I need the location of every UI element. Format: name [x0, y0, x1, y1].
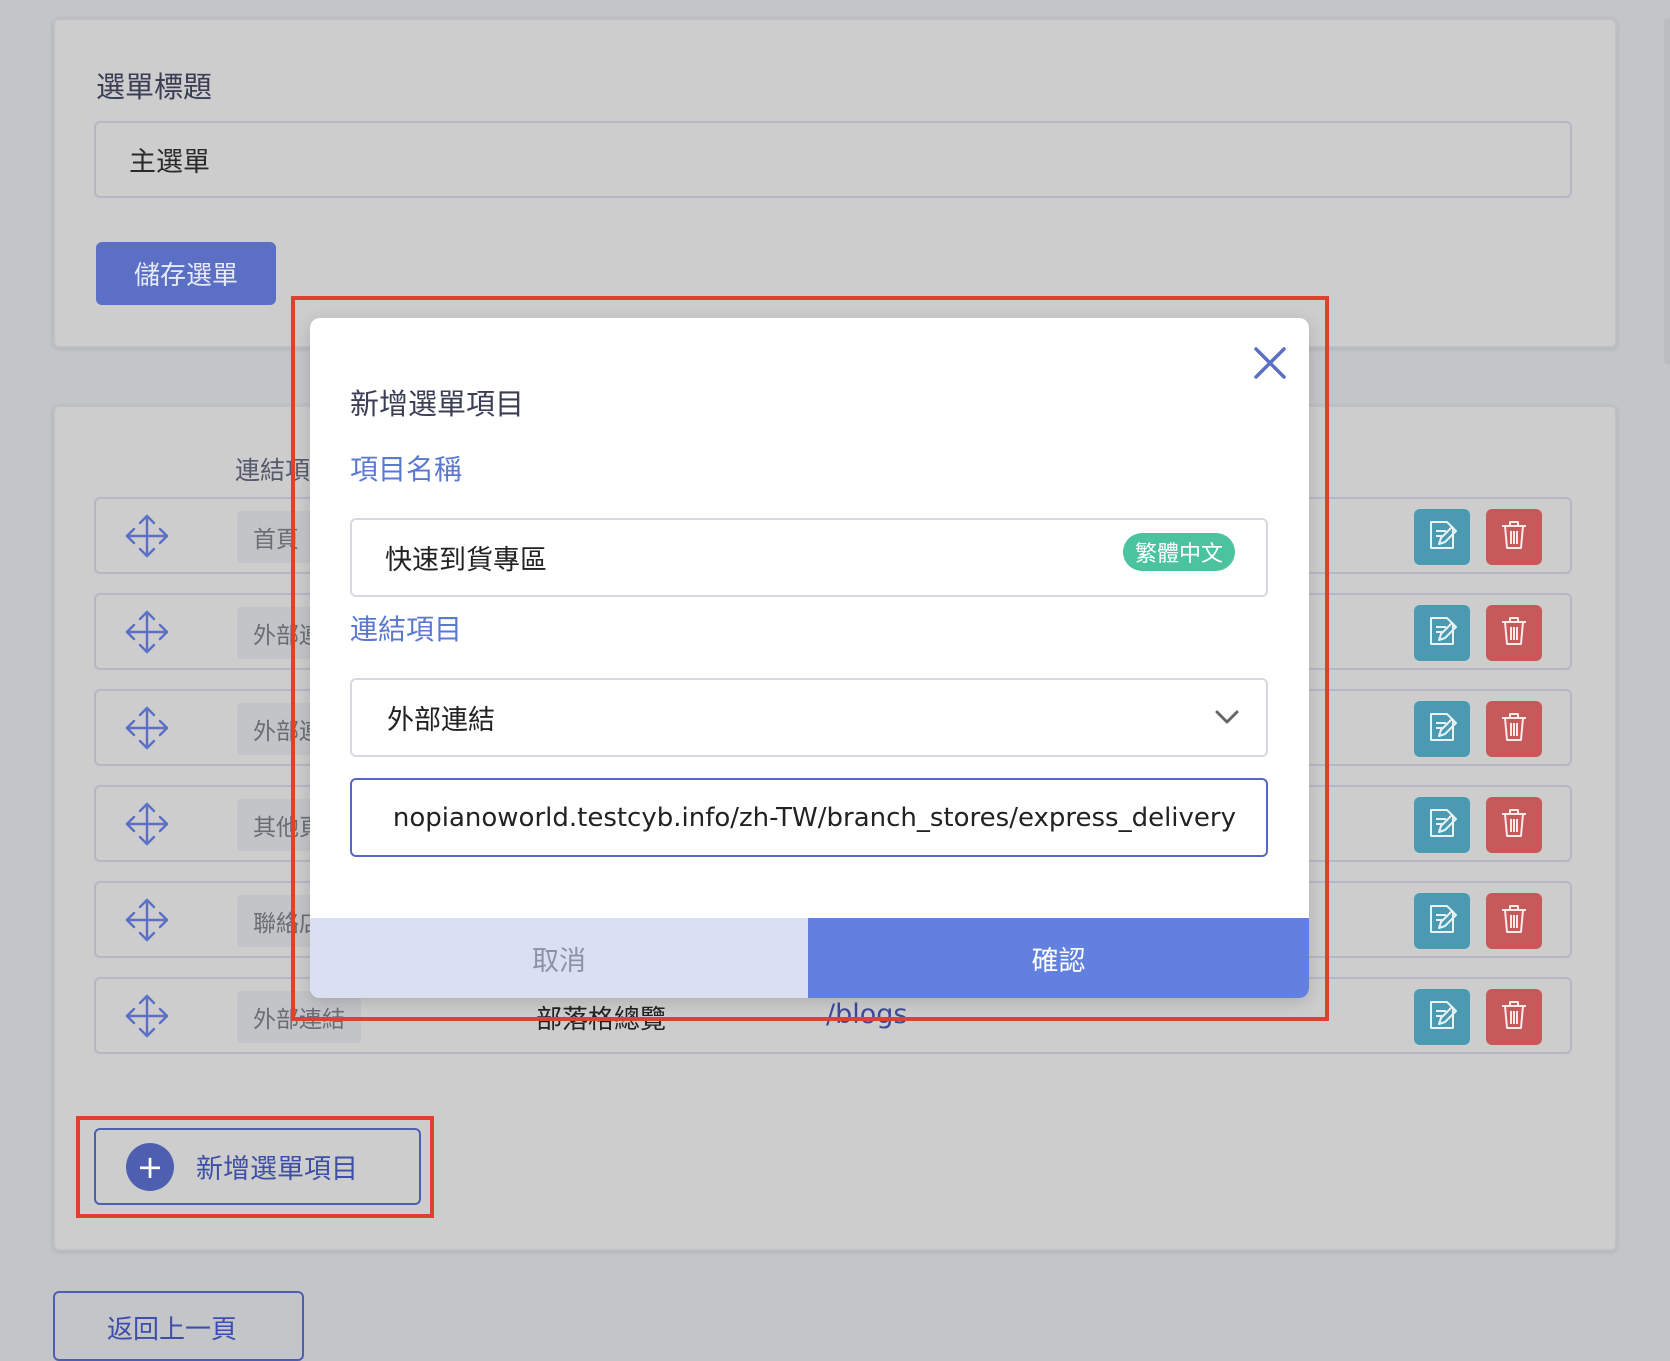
edit-button[interactable]: [1414, 701, 1470, 757]
menu-title-value: 主選單: [129, 147, 210, 178]
modal-footer: 取消 確認: [310, 918, 1309, 998]
delete-button[interactable]: [1486, 893, 1542, 949]
link-url-value: nopianoworld.testcyb.info/zh-TW/branch_s…: [392, 802, 1236, 833]
menu-title-label: 選單標題: [96, 70, 213, 104]
highlight-box-add-button: [76, 1116, 434, 1218]
trash-icon: [1500, 807, 1528, 843]
drag-handle-icon[interactable]: [124, 513, 170, 559]
cancel-button[interactable]: 取消: [310, 918, 808, 998]
delete-button[interactable]: [1486, 605, 1542, 661]
confirm-button[interactable]: 確認: [808, 918, 1309, 998]
drag-handle-icon[interactable]: [124, 897, 170, 943]
link-url-input[interactable]: nopianoworld.testcyb.info/zh-TW/branch_s…: [350, 778, 1268, 857]
chevron-down-icon: [1215, 710, 1239, 724]
edit-icon: [1427, 711, 1457, 747]
edit-icon: [1427, 615, 1457, 651]
drag-handle-icon[interactable]: [124, 993, 170, 1039]
menu-item-url[interactable]: /blogs: [826, 999, 907, 1030]
language-badge[interactable]: 繁體中文: [1122, 533, 1235, 571]
edit-button[interactable]: [1414, 893, 1470, 949]
edit-icon: [1427, 999, 1457, 1035]
column-header-link-type: 連結項: [235, 456, 311, 485]
side-panel-edge: [1664, 18, 1670, 364]
modal-title: 新增選單項目: [350, 387, 525, 421]
link-type-select[interactable]: 外部連結: [350, 678, 1268, 757]
menu-title-input[interactable]: 主選單: [94, 121, 1572, 198]
add-menu-item-modal: 新增選單項目 項目名稱 快速到貨專區 繁體中文 連結項目 外部連結 nopian…: [310, 318, 1309, 998]
edit-button[interactable]: [1414, 509, 1470, 565]
trash-icon: [1500, 615, 1528, 651]
back-button[interactable]: 返回上一頁: [53, 1291, 304, 1361]
edit-button[interactable]: [1414, 989, 1470, 1045]
link-type-label: 連結項目: [350, 613, 463, 646]
item-name-input[interactable]: 快速到貨專區 繁體中文: [350, 518, 1268, 597]
link-type-tag: 首頁: [237, 511, 315, 563]
delete-button[interactable]: [1486, 989, 1542, 1045]
trash-icon: [1500, 519, 1528, 555]
delete-button[interactable]: [1486, 509, 1542, 565]
edit-icon: [1427, 903, 1457, 939]
menu-settings-card: 選單標題 主選單 儲存選單: [53, 18, 1617, 348]
menu-item-name: 部落格總覽: [536, 1005, 667, 1035]
item-name-value: 快速到貨專區: [385, 545, 547, 576]
drag-handle-icon[interactable]: [124, 609, 170, 655]
link-type-value: 外部連結: [387, 705, 495, 736]
edit-icon: [1427, 807, 1457, 843]
delete-button[interactable]: [1486, 797, 1542, 853]
edit-icon: [1427, 519, 1457, 555]
drag-handle-icon[interactable]: [124, 801, 170, 847]
item-name-label: 項目名稱: [350, 453, 463, 486]
trash-icon: [1500, 711, 1528, 747]
save-menu-button[interactable]: 儲存選單: [96, 242, 276, 305]
edit-button[interactable]: [1414, 797, 1470, 853]
drag-handle-icon[interactable]: [124, 705, 170, 751]
trash-icon: [1500, 999, 1528, 1035]
delete-button[interactable]: [1486, 701, 1542, 757]
trash-icon: [1500, 903, 1528, 939]
edit-button[interactable]: [1414, 605, 1470, 661]
link-type-tag: 外部連結: [237, 991, 361, 1043]
close-icon[interactable]: [1250, 343, 1290, 383]
